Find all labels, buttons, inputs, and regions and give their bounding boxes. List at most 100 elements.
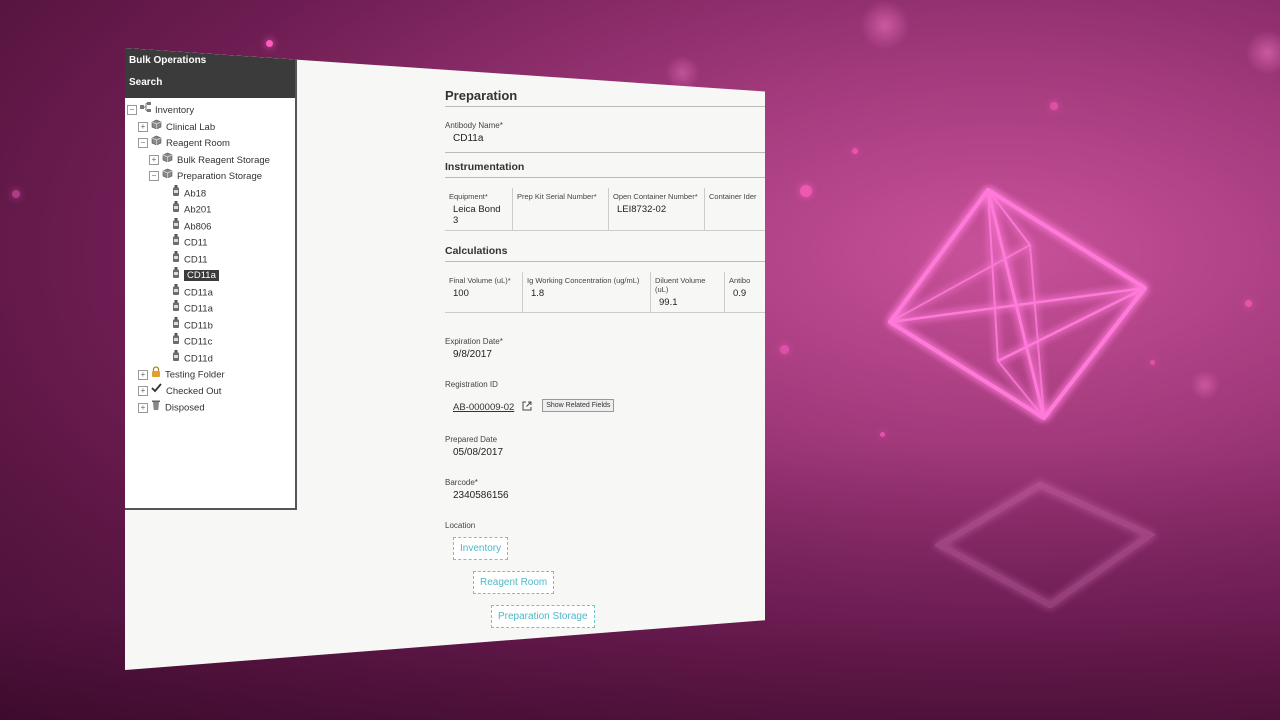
expand-icon[interactable]: +: [149, 154, 159, 165]
open-container-cell[interactable]: Open Container Number* LEI8732-02: [609, 188, 705, 230]
network-icon: [140, 102, 151, 119]
working-concentration-cell[interactable]: Ig Working Concentration (ug/mL) 1.8: [523, 272, 651, 312]
collapse-icon[interactable]: −: [149, 171, 159, 182]
final-volume-label: Final Volume (uL)*: [449, 276, 511, 285]
instrumentation-title: Instrumentation: [445, 161, 525, 173]
tree-node[interactable]: CD11: [125, 234, 295, 251]
particle: [1050, 102, 1058, 110]
tree-node[interactable]: + Checked Out: [125, 382, 295, 400]
barcode-label: Barcode*: [445, 478, 478, 487]
equipment-value: Leica Bond 3: [453, 204, 501, 226]
tree-node[interactable]: + Bulk Reagent Storage: [125, 152, 295, 169]
tree-node-label: CD11: [184, 237, 208, 249]
tree-node[interactable]: CD11d: [125, 349, 295, 367]
location-preparation-storage-link[interactable]: Preparation Storage: [491, 605, 595, 628]
external-link-icon[interactable]: [522, 401, 532, 411]
tree-node-label: Clinical Lab: [166, 121, 216, 133]
expand-icon[interactable]: +: [138, 402, 148, 413]
bottle-icon: [172, 217, 180, 236]
tree-node-label: Checked Out: [166, 385, 222, 397]
calculations-row: Final Volume (uL)* 100 Ig Working Concen…: [445, 272, 765, 313]
tree-node[interactable]: − Inventory: [125, 102, 295, 119]
equipment-label: Equipment*: [449, 192, 488, 201]
registration-field: Registration ID AB-000009-02 Show Relate…: [445, 380, 765, 415]
expand-icon[interactable]: +: [138, 385, 148, 396]
tree-node[interactable]: CD11a: [125, 300, 295, 317]
tree-node[interactable]: CD11: [125, 250, 295, 268]
tree-node-label: Ab18: [184, 187, 207, 199]
equipment-cell[interactable]: Equipment* Leica Bond 3: [445, 188, 513, 230]
expiration-value[interactable]: 9/8/2017: [453, 349, 765, 360]
prepared-date-label: Prepared Date: [445, 435, 498, 444]
particle: [780, 345, 789, 354]
tree-node[interactable]: − Preparation Storage: [125, 168, 295, 185]
lock-icon: [151, 366, 161, 384]
antibody-volume-label: Antibo: [729, 276, 751, 285]
tree-node-label: CD11a: [184, 303, 213, 315]
diluent-volume-cell[interactable]: Diluent Volume (uL) 99.1: [651, 272, 725, 312]
registration-row: AB-000009-02 Show Related Fields: [453, 397, 765, 415]
tree-node[interactable]: Ab201: [125, 201, 295, 218]
bottle-icon: [172, 333, 180, 351]
tree-node[interactable]: CD11a: [125, 267, 295, 284]
page-title: Preparation: [445, 88, 765, 107]
collapse-icon[interactable]: −: [138, 138, 148, 149]
tree-node[interactable]: Ab806: [125, 217, 295, 236]
tree-node-label: CD11b: [184, 319, 213, 331]
collapse-icon[interactable]: −: [127, 105, 137, 116]
location-inventory-link[interactable]: Inventory: [453, 537, 509, 560]
tree-node[interactable]: CD11c: [125, 333, 295, 350]
panel-header: Bulk Operations Search: [125, 48, 295, 98]
tree-node[interactable]: + Clinical Lab: [125, 119, 295, 136]
working-concentration-label: Ig Working Concentration (ug/mL): [527, 276, 640, 285]
particle: [852, 148, 858, 154]
barcode-field: Barcode* 2340586156: [445, 478, 765, 501]
antibody-field: Antibody Name* CD11a: [445, 121, 765, 144]
instrumentation-row: Equipment* Leica Bond 3 Prep Kit Serial …: [445, 188, 765, 231]
tree-node-label: CD11a: [184, 286, 213, 298]
tree-node[interactable]: − Reagent Room: [125, 135, 295, 152]
antibody-volume-cell[interactable]: Antibo 0.9: [725, 272, 765, 312]
divider: [445, 261, 765, 262]
particle: [266, 40, 273, 47]
expand-icon[interactable]: +: [138, 369, 148, 380]
bulk-operations-link[interactable]: Bulk Operations: [129, 52, 291, 74]
antibody-value[interactable]: CD11a: [453, 133, 765, 144]
tree-node[interactable]: + Testing Folder: [125, 366, 295, 383]
search-link[interactable]: Search: [129, 74, 291, 96]
location-reagent-room-link[interactable]: Reagent Room: [473, 571, 555, 594]
antibody-volume-value: 0.9: [733, 288, 747, 299]
bottle-icon: [172, 283, 180, 302]
preparation-form: Preparation Antibody Name* CD11a Instrum…: [445, 88, 765, 641]
tree-node-label: Preparation Storage: [177, 170, 263, 182]
final-volume-cell[interactable]: Final Volume (uL)* 100: [445, 272, 523, 312]
calculations-title: Calculations: [445, 245, 508, 257]
tree-node[interactable]: + Disposed: [125, 399, 295, 416]
bottle-icon: [172, 267, 180, 285]
antibody-label: Antibody Name*: [445, 121, 503, 130]
tree-node-label: Disposed: [165, 402, 205, 414]
registration-id-link[interactable]: AB-000009-02: [453, 402, 514, 413]
bottle-icon: [172, 234, 180, 252]
show-related-fields-button[interactable]: Show Related Fields: [542, 399, 615, 413]
inventory-tree: − Inventory + Clinical Lab − Reagent Room + Bul…: [125, 98, 295, 416]
diluent-volume-value: 99.1: [659, 297, 678, 308]
prep-kit-cell[interactable]: Prep Kit Serial Number*: [513, 188, 609, 230]
tree-node[interactable]: Ab18: [125, 184, 295, 202]
box-icon: [162, 152, 173, 169]
tree-node[interactable]: CD11a: [125, 283, 295, 302]
tree-node-label: Ab201: [184, 204, 212, 216]
barcode-value[interactable]: 2340586156: [453, 490, 765, 501]
tree-node-label: CD11d: [184, 352, 213, 364]
tree-node-label: Inventory: [155, 104, 195, 116]
tree-node[interactable]: CD11b: [125, 316, 295, 334]
prepared-date-value[interactable]: 05/08/2017: [453, 447, 765, 458]
box-icon: [151, 119, 162, 136]
diluent-volume-label: Diluent Volume (uL): [655, 276, 706, 294]
expand-icon[interactable]: +: [138, 121, 148, 132]
expiration-field: Expiration Date* 9/8/2017: [445, 337, 765, 360]
open-container-label: Open Container Number*: [613, 192, 698, 201]
tree-node-label: Testing Folder: [165, 369, 225, 381]
container-id-cell[interactable]: Container Ider: [705, 188, 765, 230]
prep-kit-label: Prep Kit Serial Number*: [517, 192, 597, 201]
